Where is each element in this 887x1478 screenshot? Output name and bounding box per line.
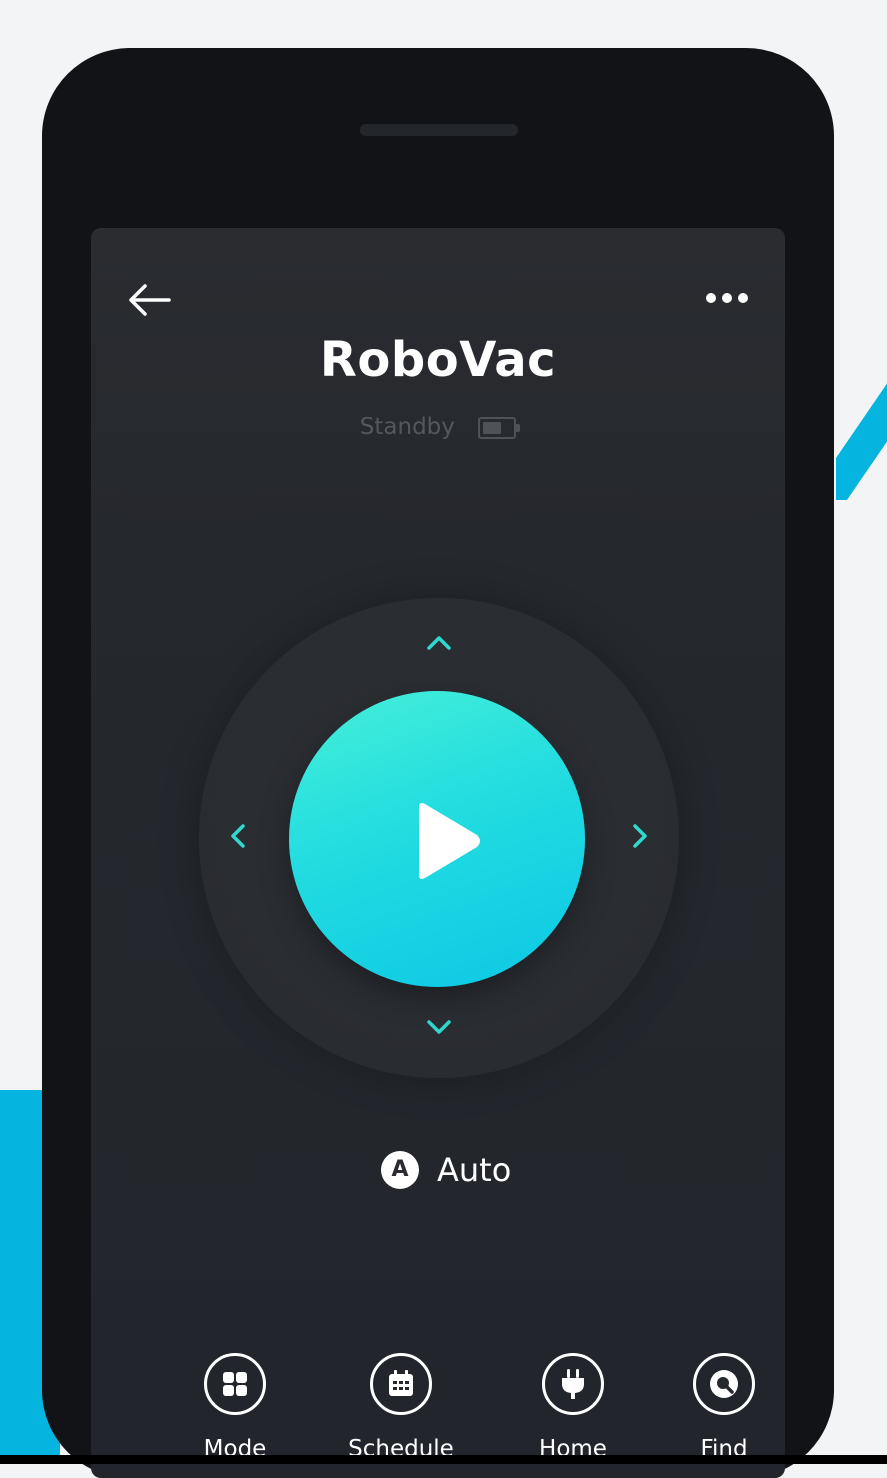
calendar-icon — [389, 1370, 413, 1396]
more-dots-icon — [706, 293, 748, 303]
more-options-button[interactable] — [701, 283, 753, 313]
status-text: Standby — [359, 414, 455, 440]
device-status: Standby — [91, 414, 785, 440]
nav-find-button[interactable]: Find — [662, 1350, 785, 1470]
back-button[interactable] — [125, 280, 173, 320]
mode-badge: A — [381, 1151, 419, 1189]
battery-icon — [478, 416, 521, 439]
bottom-edge-bar — [0, 1455, 887, 1464]
chevron-up-icon — [427, 636, 451, 650]
chevron-down-icon — [427, 1020, 451, 1034]
turn-left-button[interactable] — [221, 818, 257, 854]
arrow-left-icon — [129, 284, 171, 316]
chevron-right-icon — [633, 824, 647, 848]
grid-icon — [223, 1372, 247, 1396]
move-backward-button[interactable] — [421, 1010, 457, 1046]
search-icon — [710, 1370, 738, 1398]
phone-frame: RoboVac Standby A Auto Mode Schedule Hom… — [42, 48, 834, 1478]
chevron-left-icon — [231, 824, 245, 848]
background-stripe-right — [830, 300, 887, 500]
start-cleaning-button[interactable] — [289, 691, 585, 987]
phone-speaker — [360, 124, 518, 136]
app-screen: RoboVac Standby A Auto Mode Schedule Hom… — [91, 228, 785, 1478]
nav-home-button[interactable]: Home — [511, 1350, 641, 1470]
nav-mode-button[interactable]: Mode — [173, 1350, 303, 1470]
move-forward-button[interactable] — [421, 624, 457, 660]
play-icon — [419, 803, 480, 879]
device-title: RoboVac — [319, 332, 557, 388]
bottom-nav: Mode Schedule Home Find — [91, 1350, 785, 1470]
turn-right-button[interactable] — [621, 818, 657, 854]
mode-indicator[interactable]: A Auto — [381, 1146, 511, 1194]
mode-label: Auto — [437, 1151, 512, 1189]
nav-schedule-button[interactable]: Schedule — [339, 1350, 469, 1470]
plug-icon — [562, 1369, 584, 1399]
direction-dial — [199, 598, 679, 1078]
